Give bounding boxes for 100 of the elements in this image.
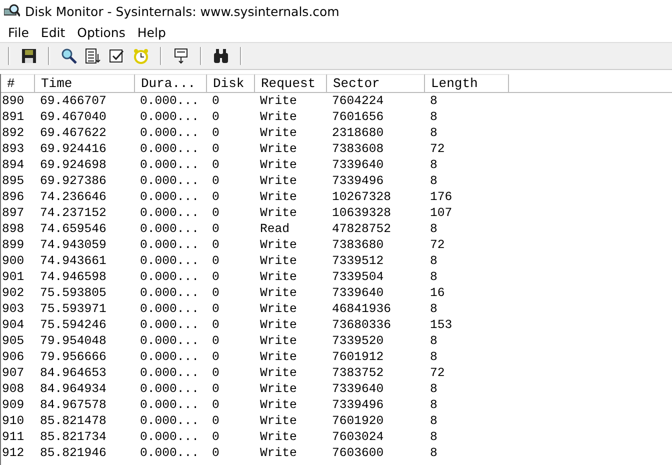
table-cell-text: 69.467040 <box>39 109 108 125</box>
table-cell-text: 8 <box>429 253 438 269</box>
filter-icon[interactable] <box>172 47 190 65</box>
column-header[interactable]: Length <box>425 74 509 93</box>
table-cell-text: 908 <box>1 381 26 397</box>
table-cell-text: Write <box>259 189 298 205</box>
table-cell-text: Write <box>259 333 298 349</box>
column-header[interactable]: Request <box>255 74 327 93</box>
save-icon[interactable] <box>20 47 38 65</box>
table-cell-text: 891 <box>1 109 26 125</box>
table-cell-text: 7339496 <box>331 397 385 413</box>
menu-item[interactable]: Help <box>131 24 172 40</box>
table-cell-text: 0.000... <box>139 141 200 157</box>
table-cell-text: 0.000... <box>139 429 200 445</box>
table-cell-text: 0 <box>211 141 220 157</box>
table-cell-text: 0 <box>211 269 220 285</box>
table-cell-text: 69.927386 <box>39 173 108 189</box>
table-cell-text: 0 <box>211 253 220 269</box>
clock-icon[interactable] <box>132 47 150 65</box>
table-cell-text: 0.000... <box>139 93 200 109</box>
table-cell-text: 0.000... <box>139 173 200 189</box>
table-cell-text: 0.000... <box>139 253 200 269</box>
table-cell-text: 8 <box>429 173 438 189</box>
table-cell-text: Write <box>259 141 298 157</box>
table-cell-text: 8 <box>429 413 438 429</box>
table-cell-text: 7604224 <box>331 93 385 109</box>
column-header[interactable]: Disk <box>207 74 255 93</box>
table-cell-text: Write <box>259 445 298 461</box>
table-cell-text: 7339640 <box>331 381 385 397</box>
table-cell-text: Write <box>259 365 298 381</box>
table-cell-text: 0.000... <box>139 349 200 365</box>
table-cell-text: 0 <box>211 125 220 141</box>
column-header[interactable]: # <box>1 74 35 93</box>
table-cell-text: Write <box>259 429 298 445</box>
table-cell-text: 0 <box>211 173 220 189</box>
edit-icon[interactable] <box>108 47 126 65</box>
column-header[interactable]: Dura... <box>135 74 207 93</box>
table-cell-text: 69.466707 <box>39 93 108 109</box>
table-cell-text: 69.467622 <box>39 125 108 141</box>
table-cell-text: 7601656 <box>331 109 385 125</box>
menu-item[interactable]: File <box>2 24 35 40</box>
table-cell-text: 0 <box>211 317 220 333</box>
table-cell-text: 901 <box>1 269 26 285</box>
table-cell-text: 0 <box>211 221 220 237</box>
table-cell-text: 7601912 <box>331 349 385 365</box>
column-header[interactable]: Time <box>35 74 135 93</box>
table-cell-text: Write <box>259 173 298 189</box>
table-cell-text: Write <box>259 413 298 429</box>
table-cell-text: 0 <box>211 429 220 445</box>
table-cell-text: 8 <box>429 301 438 317</box>
binoculars-icon[interactable] <box>212 47 230 65</box>
table-cell-text: 7383752 <box>331 365 385 381</box>
table-cell-text: 911 <box>1 429 26 445</box>
table-cell-text: Write <box>259 237 298 253</box>
list-icon[interactable] <box>84 47 102 65</box>
table-cell-text: 74.943661 <box>39 253 108 269</box>
table-cell-text: 0 <box>211 237 220 253</box>
table-cell-text: 893 <box>1 141 26 157</box>
column-header[interactable]: Sector <box>327 74 425 93</box>
table-cell-text: 0 <box>211 333 220 349</box>
table-cell-text: 0.000... <box>139 365 200 381</box>
table-cell-text: 7339504 <box>331 269 385 285</box>
table-cell-text: 75.593805 <box>39 285 108 301</box>
table-cell-text: 894 <box>1 157 26 173</box>
table-cell-text: Write <box>259 301 298 317</box>
table-cell-text: 8 <box>429 445 438 461</box>
table-cell-text: 895 <box>1 173 26 189</box>
table-cell-text: 10267328 <box>331 189 392 205</box>
table-cell-text: 912 <box>1 445 26 461</box>
table-cell-text: 0 <box>211 413 220 429</box>
table-cell-text: 8 <box>429 397 438 413</box>
menu-item[interactable]: Options <box>71 24 132 40</box>
table-cell-text: 0 <box>211 445 220 461</box>
table-cell-text: 8 <box>429 93 438 109</box>
table-cell-text: 7603600 <box>331 445 385 461</box>
table-cell-text: 0.000... <box>139 317 200 333</box>
table-cell-text: 8 <box>429 221 438 237</box>
window-title: Disk Monitor - Sysinternals: www.sysinternals.com <box>25 4 340 18</box>
table-cell-text: Write <box>259 349 298 365</box>
table-cell-text: 899 <box>1 237 26 253</box>
table-cell-text: 85.821946 <box>39 445 108 461</box>
table-cell-text: 7339520 <box>331 333 385 349</box>
table-cell-text: 896 <box>1 189 26 205</box>
search-icon[interactable] <box>60 47 78 65</box>
table-cell-text: 8 <box>429 429 438 445</box>
table-cell-text: 7339496 <box>331 173 385 189</box>
table-cell-text: 47828752 <box>331 221 392 237</box>
table-cell-text: 900 <box>1 253 26 269</box>
table-cell-text: 902 <box>1 285 26 301</box>
table-cell-text: 0.000... <box>139 189 200 205</box>
menu-item[interactable]: Edit <box>34 24 72 40</box>
table-cell-text: 8 <box>429 125 438 141</box>
table-cell-text: 79.954048 <box>39 333 108 349</box>
table-cell-text: 904 <box>1 317 26 333</box>
table-cell-text: Write <box>259 317 298 333</box>
table-cell-text: 74.237152 <box>39 205 108 221</box>
table-cell-text: 7383608 <box>331 141 385 157</box>
table-cell-text: 75.594246 <box>39 317 108 333</box>
table-cell-text: 8 <box>429 349 438 365</box>
table-cell-text: 0.000... <box>139 285 200 301</box>
